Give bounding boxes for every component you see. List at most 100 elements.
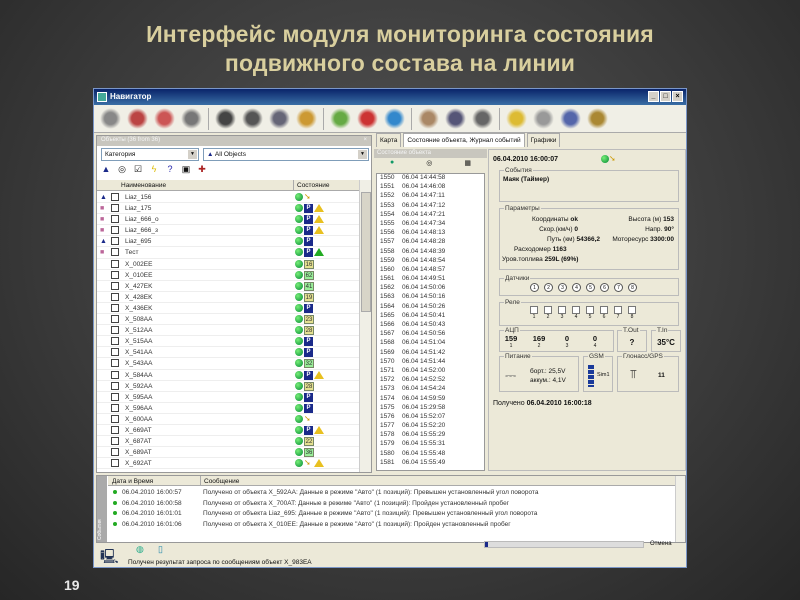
record-row[interactable]: 1555 06.04 14:47:34 [377, 220, 484, 229]
record-row[interactable]: 1569 06.04 14:51:42 [377, 349, 484, 358]
object-checkbox[interactable] [111, 326, 119, 335]
record-row[interactable]: 1563 06.04 14:50:16 [377, 293, 484, 302]
object-checkbox[interactable] [111, 370, 119, 379]
object-checkbox[interactable] [111, 270, 119, 279]
relay[interactable]: 8 [628, 306, 636, 320]
record-row[interactable]: 1566 06.04 14:50:43 [377, 321, 484, 330]
record-row[interactable]: 1571 06.04 14:52:00 [377, 367, 484, 376]
object-row[interactable]: X_689AT 36 [97, 447, 359, 459]
record-row[interactable]: 1550 06.04 14:44:58 [377, 174, 484, 183]
relay[interactable]: 4 [572, 306, 580, 320]
object-row[interactable]: X_543AA 32 [97, 358, 359, 370]
record-row[interactable]: 1576 06.04 15:52:07 [377, 413, 484, 422]
record-row[interactable]: 1562 06.04 14:50:06 [377, 284, 484, 293]
record-row[interactable]: 1572 06.04 14:52:52 [377, 376, 484, 385]
object-row[interactable]: ■ Тест P [97, 247, 359, 259]
object-row[interactable]: X_541AA P [97, 347, 359, 359]
printer-icon[interactable] [181, 108, 202, 129]
chart-icon[interactable] [357, 108, 378, 129]
folder-arrow-icon[interactable] [506, 108, 527, 129]
object-row[interactable]: X_592AA 28 [97, 381, 359, 392]
record-row[interactable]: 1580 06.04 15:55:48 [377, 450, 484, 459]
object-checkbox[interactable] [111, 259, 119, 268]
object-checkbox[interactable] [111, 237, 119, 246]
record-row[interactable]: 1579 06.04 15:55:31 [377, 440, 484, 449]
relay-checkbox[interactable] [600, 306, 608, 314]
lightning-icon[interactable]: ϟ [149, 164, 159, 174]
record-row[interactable]: 1561 06.04 14:49:51 [377, 275, 484, 284]
record-row[interactable]: 1564 06.04 14:50:26 [377, 303, 484, 312]
record-row[interactable]: 1567 06.04 14:50:56 [377, 330, 484, 339]
relay-checkbox[interactable] [558, 306, 566, 314]
checkbox-icon[interactable]: ☑ [133, 164, 143, 174]
relay[interactable]: 2 [544, 306, 552, 320]
column-date[interactable]: Дата и Время [112, 478, 153, 485]
column-state[interactable]: Состояние [293, 180, 332, 191]
object-row[interactable]: X_595AA P [97, 392, 359, 403]
marker-icon[interactable]: ✚ [197, 164, 207, 174]
close-button[interactable]: × [672, 91, 683, 102]
tab-1[interactable]: Состояние объекта, Журнал событий [403, 133, 525, 147]
object-row[interactable]: X_600AA ➘ [97, 414, 359, 425]
object-checkbox[interactable] [111, 215, 119, 224]
log-scrollbar[interactable] [675, 476, 685, 542]
record-row[interactable]: 1581 06.04 15:55:49 [377, 459, 484, 468]
column-message[interactable]: Сообщение [200, 476, 242, 486]
panel-icon[interactable] [215, 108, 236, 129]
car-alert-icon[interactable] [154, 108, 175, 129]
record-row[interactable]: 1559 06.04 14:48:54 [377, 257, 484, 266]
object-checkbox[interactable] [111, 193, 119, 201]
record-row[interactable]: 1565 06.04 14:50:41 [377, 312, 484, 321]
record-row[interactable]: 1574 06.04 14:59:59 [377, 395, 484, 404]
record-row[interactable]: 1558 06.04 14:48:39 [377, 248, 484, 257]
object-row[interactable]: X_002EE 16 [97, 259, 359, 270]
record-row[interactable]: 1568 06.04 14:51:04 [377, 339, 484, 348]
record-row[interactable]: 1578 06.04 15:55:29 [377, 431, 484, 440]
object-checkbox[interactable] [111, 348, 119, 357]
object-checkbox[interactable] [111, 337, 119, 346]
object-checkbox[interactable] [111, 315, 119, 324]
road-icon[interactable] [330, 108, 351, 129]
object-checkbox[interactable] [111, 437, 119, 446]
help-circle-icon[interactable]: ◎ [117, 164, 127, 174]
relay-checkbox[interactable] [530, 306, 538, 314]
object-checkbox[interactable] [111, 414, 119, 423]
object-row[interactable]: ■ Liaz_175 P [97, 203, 359, 215]
object-row[interactable]: X_687AT 22 [97, 436, 359, 448]
object-row[interactable]: X_428EK 19 [97, 292, 359, 303]
object-checkbox[interactable] [111, 204, 119, 213]
record-row[interactable]: 1577 06.04 15:52:20 [377, 422, 484, 431]
record-row[interactable]: 1554 06.04 14:47:21 [377, 211, 484, 220]
category-select[interactable]: Категория ▼ [101, 148, 199, 161]
object-checkbox[interactable] [111, 248, 119, 257]
object-checkbox[interactable] [111, 281, 119, 290]
object-row[interactable]: X_584AA P [97, 370, 359, 381]
object-checkbox[interactable] [111, 403, 119, 412]
column-name[interactable]: Наименование [121, 182, 166, 189]
folder-open-icon[interactable] [296, 108, 317, 129]
object-checkbox[interactable] [111, 459, 119, 468]
object-row[interactable]: X_436EK P [97, 303, 359, 315]
object-row[interactable]: X_508AA 23 [97, 314, 359, 326]
record-row[interactable]: 1551 06.04 14:46:08 [377, 183, 484, 192]
relay[interactable]: 5 [586, 306, 594, 320]
record-row[interactable]: 1570 06.04 14:51:44 [377, 358, 484, 367]
tab-2[interactable]: Графики [526, 133, 561, 147]
relay-checkbox[interactable] [614, 306, 622, 314]
export-icon[interactable]: ▣ [181, 164, 191, 174]
relay-checkbox[interactable] [544, 306, 552, 314]
object-checkbox[interactable] [111, 303, 119, 312]
magnifier-icon[interactable] [445, 108, 466, 129]
relay[interactable]: 1 [530, 306, 538, 320]
log-side-tab[interactable]: События [97, 476, 107, 542]
object-row[interactable]: ▲ Liaz_695 P [97, 236, 359, 248]
record-row[interactable]: 1575 06.04 15:29:58 [377, 404, 484, 413]
record-row[interactable]: 1557 06.04 14:48:28 [377, 238, 484, 247]
object-checkbox[interactable] [111, 381, 119, 390]
objects-scrollbar[interactable] [359, 180, 371, 472]
record-row[interactable]: 1553 06.04 14:47:12 [377, 202, 484, 211]
table-icon[interactable]: ▦ [464, 159, 471, 172]
car-icon[interactable]: ● [390, 159, 394, 172]
zoom-map-icon[interactable] [560, 108, 581, 129]
wrench-icon[interactable] [100, 108, 121, 129]
